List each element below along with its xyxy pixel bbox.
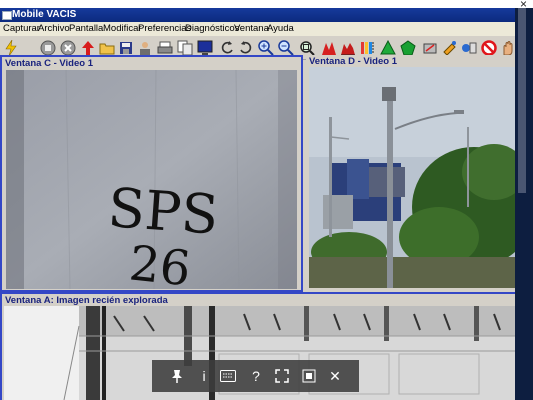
zoom-fit-icon[interactable] <box>299 40 315 56</box>
pin-icon[interactable] <box>168 368 186 384</box>
zoom-in-icon[interactable] <box>258 40 274 56</box>
stop-icon[interactable] <box>40 40 56 56</box>
title-bar: Mobile VACIS <box>0 8 515 22</box>
histogram-alt-icon[interactable] <box>340 40 356 56</box>
app-icon <box>2 11 12 20</box>
expand-icon[interactable] <box>273 368 291 384</box>
arrow-up-icon[interactable] <box>80 40 96 56</box>
tool-c-icon[interactable] <box>461 40 477 56</box>
threshold-icon[interactable] <box>360 40 376 56</box>
panel-c-title: Ventana C - Video 1 <box>5 58 93 69</box>
no-entry-icon[interactable] <box>481 40 497 56</box>
graffiti-text-1: SPS <box>106 176 220 247</box>
menu-pantalla[interactable]: Pantalla <box>69 23 103 34</box>
print-icon[interactable] <box>157 40 173 56</box>
video-frame-c[interactable]: SPS 26 <box>6 70 297 289</box>
window-title: Mobile VACIS <box>12 9 77 20</box>
menu-ayuda[interactable]: Ayuda <box>267 23 294 34</box>
keyboard-icon[interactable] <box>219 368 237 384</box>
hand-icon[interactable] <box>500 40 516 56</box>
close-icon[interactable]: ✕ <box>326 368 344 384</box>
user-scan-icon[interactable] <box>137 40 153 56</box>
menu-archivo[interactable]: Archivo <box>38 23 70 34</box>
menu-diagnosticos[interactable]: Diagnósticos <box>185 23 239 34</box>
graffiti-text-2: 26 <box>127 235 194 289</box>
menu-capturar[interactable]: Capturar <box>3 23 40 34</box>
cancel-icon[interactable] <box>60 40 76 56</box>
help-icon[interactable]: ? <box>247 368 265 384</box>
panel-d-title: Ventana D - Video 1 <box>309 56 397 67</box>
scrollbar-thumb[interactable] <box>518 8 526 193</box>
vertical-scrollbar[interactable] <box>515 8 533 400</box>
menu-bar: Capturar Archivo Pantalla Modificar Pref… <box>0 22 515 36</box>
triangle-icon[interactable] <box>380 40 396 56</box>
tool-b-icon[interactable] <box>442 40 458 56</box>
menu-preferencias[interactable]: Preferencias <box>138 23 191 34</box>
rotate-left-icon[interactable] <box>219 40 235 56</box>
panel-ventana-c[interactable]: Ventana C - Video 1 SPS 26 <box>0 55 303 292</box>
video-frame-d[interactable] <box>309 67 515 288</box>
histogram-icon[interactable] <box>321 40 337 56</box>
pentagon-icon[interactable] <box>400 40 416 56</box>
menu-modificar[interactable]: Modificar <box>103 23 142 34</box>
folder-open-icon[interactable] <box>99 40 115 56</box>
menu-ventana[interactable]: Ventana <box>234 23 269 34</box>
graffiti-wall-image: SPS 26 <box>6 70 297 289</box>
save-icon[interactable] <box>118 40 134 56</box>
street-scene-image <box>309 67 515 288</box>
tool-a-icon[interactable] <box>422 40 438 56</box>
overlay-toolbar: i ? ✕ <box>152 360 359 392</box>
monitor-icon[interactable] <box>197 40 213 56</box>
top-strip: × <box>0 0 533 11</box>
app-window: Mobile VACIS Capturar Archivo Pantalla M… <box>0 8 515 400</box>
zoom-out-icon[interactable] <box>278 40 294 56</box>
copy-icon[interactable] <box>177 40 193 56</box>
lightning-icon[interactable] <box>3 40 19 56</box>
rotate-right-icon[interactable] <box>238 40 254 56</box>
info-icon[interactable]: i <box>195 368 213 384</box>
panel-ventana-d[interactable]: Ventana D - Video 1 <box>306 55 515 292</box>
panel-a-title: Ventana A: Imagen recién explorada <box>5 295 168 306</box>
fit-screen-icon[interactable] <box>300 368 318 384</box>
